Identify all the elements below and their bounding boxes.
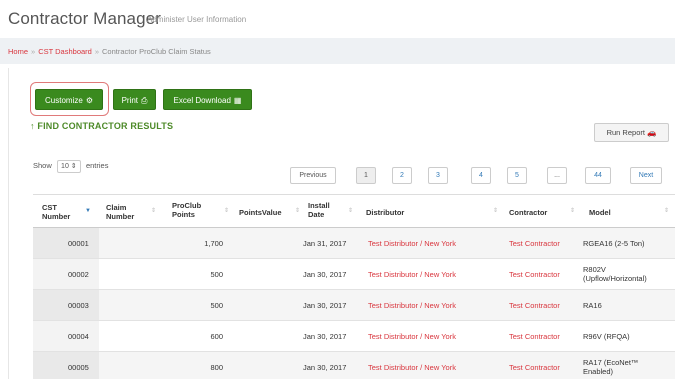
cell-model: RA17 (EcoNet™ Enabled): [583, 358, 639, 376]
entries-select[interactable]: 10 ⇕: [56, 160, 81, 173]
arrow-up-icon: ↑: [30, 121, 35, 131]
sorted-column-cell: [33, 290, 99, 320]
table-row: 00001 1,700 Jan 31, 2017 Test Distributo…: [33, 228, 675, 259]
cell-proclub-points: 800: [210, 363, 223, 372]
column-header-claim-number[interactable]: Claim Number: [106, 203, 140, 221]
cell-cst-number: 00003: [68, 301, 89, 310]
run-report-label: Run Report: [606, 128, 645, 137]
show-label: Show: [33, 161, 52, 170]
sort-icon: ⇕: [295, 208, 301, 214]
customize-button[interactable]: Customize ⚙: [35, 89, 103, 110]
cell-cst-number: 00001: [68, 239, 89, 248]
breadcrumb-current: Contractor ProClub Claim Status: [102, 47, 211, 56]
car-icon: 🚗: [647, 128, 657, 137]
column-header-points-value[interactable]: PointsValue: [239, 208, 295, 217]
column-header-cst-number[interactable]: CST Number: [42, 203, 76, 221]
breadcrumb: Home» CST Dashboard» Contractor ProClub Cl…: [0, 38, 675, 64]
cell-proclub-points: 600: [210, 332, 223, 341]
cell-contractor-link[interactable]: Test Contractor: [509, 239, 560, 248]
cell-distributor-link[interactable]: Test Distributor / New York: [368, 363, 456, 372]
pagination-page[interactable]: 3: [428, 167, 448, 184]
sorted-column-cell: [33, 352, 99, 379]
cell-contractor-link[interactable]: Test Contractor: [509, 301, 560, 310]
find-results-label: FIND CONTRACTOR RESULTS: [37, 121, 174, 131]
length-control: Show 10 ⇕ entries: [33, 160, 108, 173]
column-header-model[interactable]: Model: [589, 208, 639, 217]
pagination-page[interactable]: 1: [356, 167, 376, 184]
entries-label: entries: [85, 161, 109, 170]
sorted-column-cell: [33, 259, 99, 289]
cell-proclub-points: 1,700: [204, 239, 223, 248]
column-header-contractor[interactable]: Contractor: [509, 208, 569, 217]
cell-proclub-points: 500: [210, 270, 223, 279]
cell-cst-number: 00004: [68, 332, 89, 341]
app-subtitle: Administer User Information: [147, 15, 247, 24]
run-report-button[interactable]: Run Report 🚗: [594, 123, 669, 142]
cell-contractor-link[interactable]: Test Contractor: [509, 332, 560, 341]
entries-select-value: 10: [61, 163, 69, 170]
sort-icon: ⇕: [570, 208, 576, 214]
customize-label: Customize: [45, 96, 83, 105]
gear-icon: ⚙: [85, 96, 93, 105]
print-button[interactable]: Print ⎙: [113, 89, 156, 110]
cell-contractor-link[interactable]: Test Contractor: [509, 363, 560, 372]
table-row: 00003 500 Jan 30, 2017 Test Distributor …: [33, 290, 675, 321]
sorted-column-cell: [33, 321, 99, 351]
cell-distributor-link[interactable]: Test Distributor / New York: [368, 301, 456, 310]
table-header: CST Number ▼ Claim Number ⇕ ProClub Poin…: [33, 194, 675, 228]
chevron-updown-icon: ⇕: [70, 163, 77, 170]
cell-contractor-link[interactable]: Test Contractor: [509, 270, 560, 279]
cell-cst-number: 00002: [68, 270, 89, 279]
breadcrumb-separator: »: [94, 47, 99, 56]
spreadsheet-icon: ▦: [233, 96, 242, 105]
sort-icon: ⇕: [493, 208, 499, 214]
breadcrumb-separator: »: [31, 47, 36, 56]
sort-icon: ⇕: [348, 208, 354, 214]
cell-model: R802V (Upflow/Horizontal): [583, 265, 647, 283]
cell-distributor-link[interactable]: Test Distributor / New York: [368, 270, 456, 279]
pagination-page[interactable]: 4: [471, 167, 491, 184]
sort-desc-icon: ▼: [85, 208, 91, 214]
cell-cst-number: 00005: [68, 363, 89, 372]
excel-download-label: Excel Download: [173, 96, 231, 105]
breadcrumb-dashboard[interactable]: CST Dashboard: [38, 47, 92, 56]
sort-icon: ⇕: [664, 208, 670, 214]
cell-install-date: Jan 30, 2017: [303, 270, 347, 279]
column-header-distributor[interactable]: Distributor: [366, 208, 446, 217]
table-row: 00002 500 Jan 30, 2017 Test Distributor …: [33, 259, 675, 290]
pagination-previous[interactable]: Previous: [290, 167, 336, 184]
sort-icon: ⇕: [151, 208, 157, 214]
excel-download-button[interactable]: Excel Download ▦: [163, 89, 252, 110]
cell-install-date: Jan 30, 2017: [303, 301, 347, 310]
sorted-column-cell: [33, 228, 99, 258]
sort-icon: ⇕: [224, 208, 230, 214]
pagination-next[interactable]: Next: [630, 167, 662, 184]
cell-install-date: Jan 30, 2017: [303, 332, 347, 341]
printer-icon: ⎙: [141, 96, 148, 105]
cell-model: RGEA16 (2-5 Ton): [583, 239, 645, 248]
app-title: Contractor Manager: [8, 9, 161, 28]
pagination-page[interactable]: 5: [507, 167, 527, 184]
cell-install-date: Jan 30, 2017: [303, 363, 347, 372]
app-header: Contractor Manager Administer User Infor…: [0, 0, 675, 38]
cell-proclub-points: 500: [210, 301, 223, 310]
column-header-proclub-points[interactable]: ProClub Points: [172, 201, 206, 219]
breadcrumb-home[interactable]: Home: [8, 47, 28, 56]
pagination-ellipsis: ...: [547, 167, 567, 184]
cell-distributor-link[interactable]: Test Distributor / New York: [368, 239, 456, 248]
cell-model: R96V (RFQA): [583, 332, 630, 341]
pagination-page[interactable]: 44: [585, 167, 611, 184]
find-results-toggle[interactable]: ↑ FIND CONTRACTOR RESULTS: [30, 121, 173, 131]
cell-distributor-link[interactable]: Test Distributor / New York: [368, 332, 456, 341]
print-label: Print: [121, 96, 139, 105]
table-row: 00005 800 Jan 30, 2017 Test Distributor …: [33, 352, 675, 379]
pagination-page[interactable]: 2: [392, 167, 412, 184]
column-header-install-date[interactable]: Install Date: [308, 201, 342, 219]
cell-model: RA16: [583, 301, 602, 310]
cell-install-date: Jan 31, 2017: [303, 239, 347, 248]
table-row: 00004 600 Jan 30, 2017 Test Distributor …: [33, 321, 675, 352]
